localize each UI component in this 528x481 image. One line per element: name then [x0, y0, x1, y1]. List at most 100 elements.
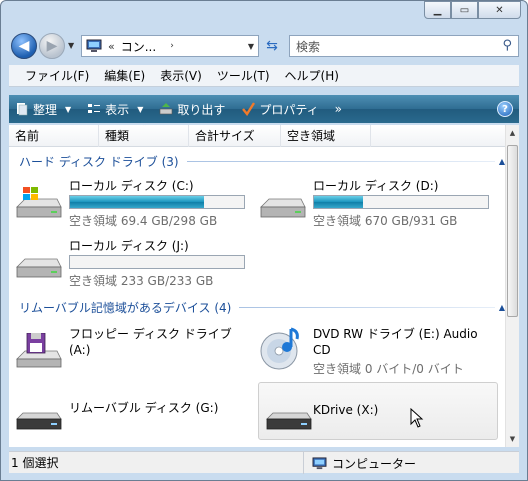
usage-bar: [69, 195, 245, 209]
eject-button[interactable]: 取り出す: [159, 101, 225, 118]
hard-drive-icon: [16, 258, 62, 278]
drive-tile-g[interactable]: リムーバブル ディスク (G:): [9, 383, 249, 441]
column-free-space[interactable]: 空き領域: [281, 125, 371, 147]
status-location-label: コンピューター: [332, 456, 417, 471]
column-total-size[interactable]: 合計サイズ: [189, 125, 281, 147]
close-button[interactable]: ✕: [478, 1, 521, 19]
drive-tile-j[interactable]: ローカル ディスク (J:) 空き領域 233 GB/233 GB: [9, 231, 249, 289]
more-commands-button[interactable]: »: [335, 102, 342, 116]
dvd-audio-cd-icon: [260, 327, 299, 370]
removable-drive-icon: [266, 412, 312, 430]
status-bar: 1 個選択 コンピューター: [9, 451, 519, 474]
hard-drive-icon: [260, 198, 306, 218]
computer-icon: [312, 456, 327, 469]
address-overflow-chevron[interactable]: «: [108, 40, 115, 53]
removable-drive-icon: [16, 412, 62, 430]
group-header-removable[interactable]: リムーバブル記憶域があるデバイス (4) ▲: [19, 298, 505, 316]
window-controls: ▁ ▭ ✕: [424, 1, 521, 19]
drive-tile-a[interactable]: フロッピー ディスク ドライブ (A:): [9, 319, 249, 377]
refresh-button[interactable]: ⇆: [261, 35, 283, 57]
drive-tile-d[interactable]: ローカル ディスク (D:) 空き領域 670 GB/931 GB: [253, 171, 493, 229]
search-icon[interactable]: ⚲: [502, 38, 512, 53]
views-dropdown-icon: ▼: [137, 104, 144, 114]
navigation-bar: ◀ ▶ ▼ « コン... › ▼ ⇆ 検索 ⚲: [9, 31, 519, 61]
drive-name-line2: CD: [313, 343, 331, 357]
menu-bar: ファイル(F) 編集(E) 表示(V) ツール(T) ヘルプ(H): [9, 65, 519, 87]
drive-name-line2: (A:): [69, 343, 91, 357]
column-name[interactable]: 名前: [9, 125, 99, 147]
back-button[interactable]: ◀: [11, 33, 37, 59]
minimize-button[interactable]: ▁: [424, 1, 451, 19]
scroll-down-icon[interactable]: ▼: [506, 431, 519, 447]
menu-view[interactable]: 表示(V): [160, 67, 202, 84]
recent-pages-dropdown[interactable]: ▼: [68, 41, 74, 50]
drive-name: ローカル ディスク (J:): [69, 239, 189, 253]
free-space-text: 空き領域 0 バイト/0 バイト: [313, 362, 464, 376]
menu-help[interactable]: ヘルプ(H): [285, 67, 339, 84]
forward-button[interactable]: ▶: [39, 33, 65, 59]
organize-button[interactable]: 整理 ▼: [15, 101, 71, 118]
eject-drive-icon: [160, 103, 173, 115]
windows-drive-icon: [16, 187, 62, 218]
drive-name: KDrive (X:): [313, 403, 379, 417]
help-icon: ?: [502, 103, 508, 115]
views-icon: [88, 104, 101, 113]
menu-tools[interactable]: ツール(T): [217, 67, 270, 84]
search-input[interactable]: 検索 ⚲: [289, 35, 519, 57]
checkmark-icon: [242, 102, 256, 116]
properties-button[interactable]: プロパティ: [241, 101, 319, 118]
scrollbar-thumb[interactable]: [507, 145, 518, 317]
free-space-text: 空き領域 670 GB/931 GB: [313, 214, 458, 228]
views-label: 表示: [105, 102, 130, 117]
group-divider: [239, 306, 495, 308]
address-crumb-separator[interactable]: ›: [170, 41, 174, 51]
sort-ascending-icon: ⌃: [141, 125, 148, 131]
close-icon: ✕: [495, 4, 504, 16]
free-space-text: 空き領域 233 GB/233 GB: [69, 274, 214, 288]
group-title-removable: リムーバブル記憶域があるデバイス (4): [19, 300, 232, 315]
help-button[interactable]: ?: [497, 101, 513, 117]
menu-file[interactable]: ファイル(F): [25, 67, 89, 84]
maximize-button[interactable]: ▭: [451, 1, 478, 19]
vertical-scrollbar[interactable]: ▲ ▼: [505, 125, 519, 447]
drive-name: DVD RW ドライブ (E:) Audio: [313, 327, 478, 341]
free-space-text: 空き領域 69.4 GB/298 GB: [69, 214, 218, 228]
usage-bar: [69, 255, 245, 269]
views-button[interactable]: 表示 ▼: [87, 101, 143, 118]
drive-name: フロッピー ディスク ドライブ: [69, 327, 232, 341]
selection-count: 1 個選択: [11, 456, 59, 470]
drive-tile-c[interactable]: ローカル ディスク (C:) 空き領域 69.4 GB/298 GB: [9, 171, 249, 229]
search-placeholder: 検索: [296, 39, 321, 54]
address-crumb[interactable]: コン...: [121, 38, 156, 55]
address-dropdown[interactable]: ▼: [248, 42, 254, 51]
properties-label: プロパティ: [259, 102, 319, 117]
refresh-icon: ⇆: [266, 38, 278, 54]
drive-tile-e[interactable]: DVD RW ドライブ (E:) Audio CD 空き領域 0 バイト/0 バ…: [253, 319, 493, 377]
maximize-icon: ▭: [459, 4, 470, 16]
group-header-hdd[interactable]: ハード ディスク ドライブ (3) ▲: [19, 152, 505, 170]
floppy-drive-icon: [16, 333, 62, 368]
computer-icon: [86, 39, 102, 52]
group-title-hdd: ハード ディスク ドライブ (3): [19, 154, 179, 169]
minimize-icon: ▁: [433, 4, 442, 16]
organize-icon: [17, 103, 28, 116]
drive-tile-x[interactable]: KDrive (X:): [258, 382, 498, 440]
forward-arrow-icon: ▶: [46, 38, 58, 54]
column-header: 名前 種類 合計サイズ 空き領域 ⌃: [9, 125, 505, 147]
usage-bar-fill: [314, 196, 363, 208]
organize-label: 整理: [33, 102, 58, 117]
mouse-cursor-icon: [410, 408, 424, 428]
group-divider: [186, 160, 495, 162]
eject-label: 取り出す: [177, 102, 226, 117]
address-bar[interactable]: « コン... › ▼: [81, 35, 259, 57]
scroll-up-icon[interactable]: ▲: [506, 125, 519, 141]
drive-name: ローカル ディスク (D:): [313, 179, 439, 193]
back-arrow-icon: ◀: [18, 38, 30, 54]
drive-name: リムーバブル ディスク (G:): [69, 401, 219, 415]
organize-dropdown-icon: ▼: [65, 104, 72, 114]
file-view: 名前 種類 合計サイズ 空き領域 ⌃ ハード ディスク ドライブ (3) ▲ ロ…: [9, 125, 519, 447]
command-bar: 整理 ▼ 表示 ▼ 取り出す プロパティ » ?: [9, 95, 519, 123]
menu-edit[interactable]: 編集(E): [104, 67, 145, 84]
explorer-window: ▁ ▭ ✕ ◀ ▶ ▼ « コン... › ▼ ⇆ 検索 ⚲ ファイル(F) 編…: [0, 0, 528, 481]
usage-bar: [313, 195, 489, 209]
